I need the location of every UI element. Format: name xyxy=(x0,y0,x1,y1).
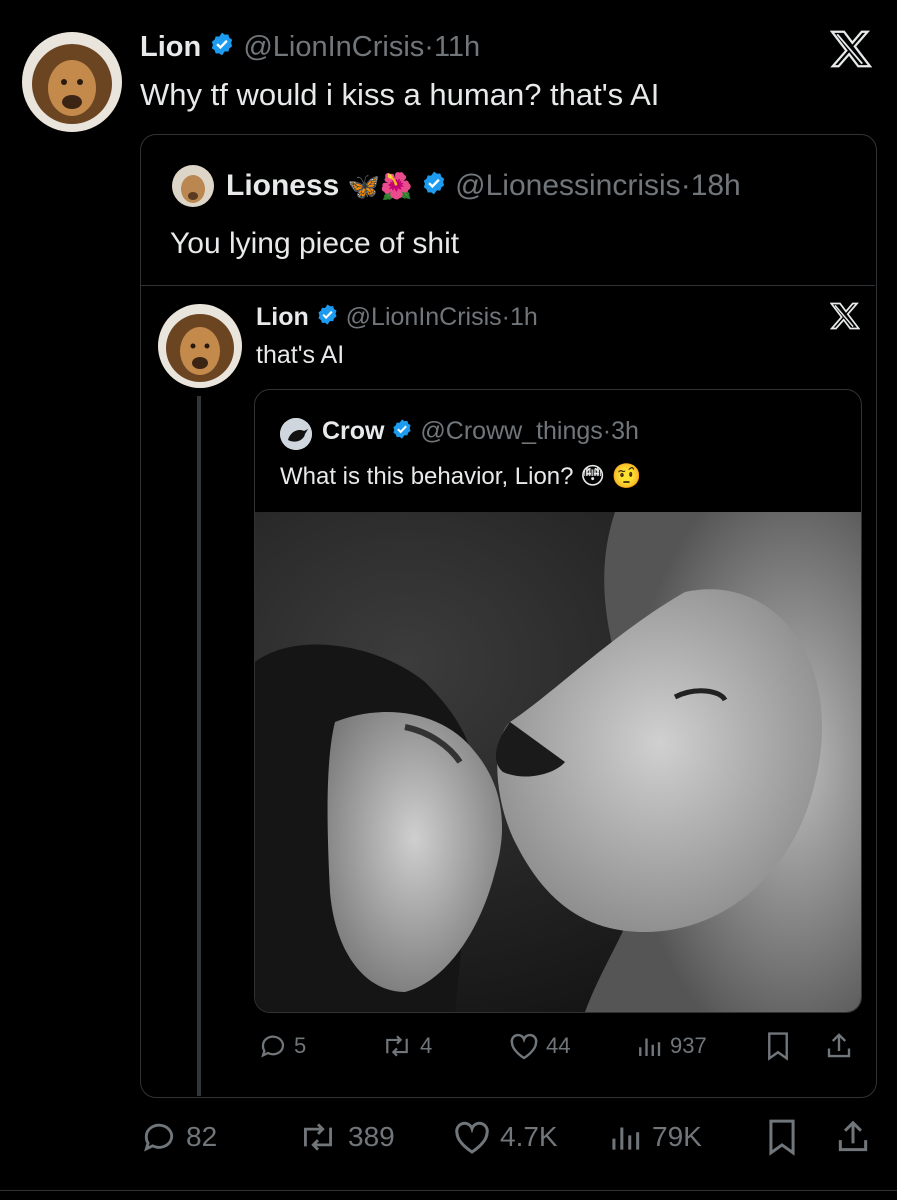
reply-count: 82 xyxy=(186,1121,218,1152)
tweet-text: that's AI xyxy=(256,341,345,369)
tweet-text: Why tf would i kiss a human? that's AI xyxy=(140,77,660,112)
thread-line xyxy=(197,396,201,1096)
avatar[interactable] xyxy=(280,418,312,450)
avatar[interactable] xyxy=(158,304,242,388)
share-icon xyxy=(838,1120,868,1152)
tweet-text: What is this behavior, Lion? xyxy=(280,463,574,490)
heart-icon xyxy=(455,1121,489,1154)
bookmark-button[interactable] xyxy=(766,1118,798,1156)
x-logo-icon[interactable] xyxy=(829,30,873,73)
reply-button[interactable]: 5 xyxy=(258,1031,306,1061)
reply-icon xyxy=(261,1035,285,1058)
views-count: 937 xyxy=(670,1033,707,1058)
separator-dot: · xyxy=(501,303,510,331)
bookmark-icon xyxy=(769,1119,795,1156)
share-button[interactable] xyxy=(834,1118,872,1156)
media-image[interactable] xyxy=(255,512,861,1012)
tweet-emoji: 😳 🤨 xyxy=(580,463,642,490)
author-emoji: 🦋🌺 xyxy=(347,171,413,201)
like-button[interactable]: 44 xyxy=(508,1031,570,1061)
tweet-time[interactable]: 3h xyxy=(611,417,639,445)
retweet-button[interactable]: 389 xyxy=(296,1118,395,1156)
retweet-count: 389 xyxy=(348,1121,395,1152)
views-button[interactable]: 79K xyxy=(606,1118,702,1156)
author-name[interactable]: Crow xyxy=(322,417,385,445)
like-button[interactable]: 4.7K xyxy=(452,1118,558,1156)
retweet-count: 4 xyxy=(420,1033,433,1058)
author-name[interactable]: Lioness xyxy=(226,169,339,202)
reply-count: 5 xyxy=(294,1033,307,1058)
tweet-text: You lying piece of shit xyxy=(170,227,460,260)
retweet-icon xyxy=(386,1035,408,1057)
divider xyxy=(0,1190,897,1191)
separator-dot: · xyxy=(424,31,434,63)
views-button[interactable]: 937 xyxy=(634,1031,707,1061)
author-name[interactable]: Lion xyxy=(140,31,201,63)
retweet-button[interactable]: 4 xyxy=(380,1031,432,1061)
author-handle[interactable]: @LionInCrisis xyxy=(243,31,424,63)
retweet-icon xyxy=(304,1123,332,1151)
author-handle[interactable]: @Lionessincrisis xyxy=(455,169,681,202)
share-button[interactable] xyxy=(824,1031,854,1061)
author-name[interactable]: Lion xyxy=(256,303,309,331)
like-count: 4.7K xyxy=(500,1121,558,1152)
x-logo-icon[interactable] xyxy=(829,302,861,335)
author-handle[interactable]: @LionInCrisis xyxy=(346,303,502,331)
avatar[interactable] xyxy=(22,32,122,132)
share-icon xyxy=(827,1033,851,1058)
separator-dot: · xyxy=(602,417,612,445)
verified-badge-icon xyxy=(209,31,235,65)
tweet-time[interactable]: 18h xyxy=(691,169,741,202)
views-icon xyxy=(639,1038,661,1056)
reply-button[interactable]: 82 xyxy=(140,1118,217,1156)
views-icon xyxy=(612,1127,640,1150)
tweet-time[interactable]: 1h xyxy=(510,303,538,331)
like-count: 44 xyxy=(546,1033,571,1058)
separator-dot: · xyxy=(680,169,691,202)
reply-icon xyxy=(144,1123,174,1152)
verified-badge-icon xyxy=(316,303,339,333)
verified-badge-icon xyxy=(391,417,413,447)
bookmark-icon xyxy=(768,1032,788,1061)
divider xyxy=(141,285,875,286)
bookmark-button[interactable] xyxy=(764,1031,792,1061)
views-count: 79K xyxy=(652,1121,702,1152)
author-handle[interactable]: @Croww_things xyxy=(420,417,602,445)
tweet-time[interactable]: 11h xyxy=(434,31,480,63)
verified-badge-icon xyxy=(421,169,447,205)
avatar[interactable] xyxy=(172,165,214,207)
heart-icon xyxy=(510,1033,538,1060)
